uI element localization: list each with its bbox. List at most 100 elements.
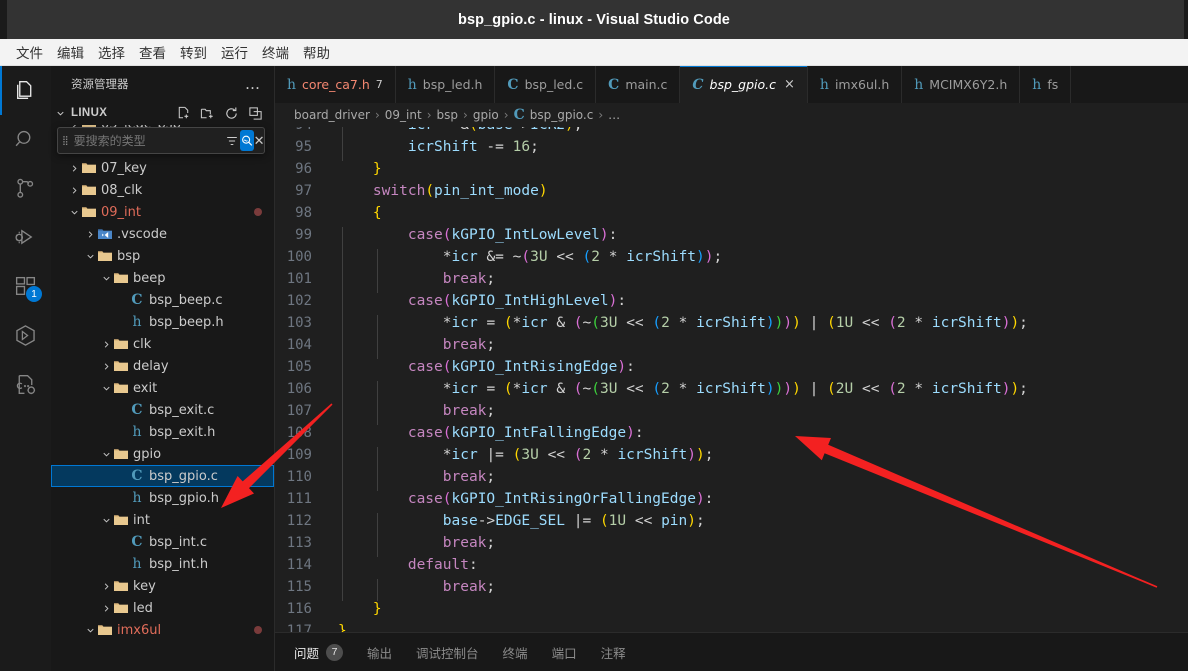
tree-item[interactable]: h bsp_beep.h bbox=[51, 311, 274, 333]
code-line[interactable]: 113 break; bbox=[275, 532, 1188, 557]
tree-item[interactable]: Cbsp_int.c bbox=[51, 531, 274, 553]
tree-item[interactable]: int bbox=[51, 509, 274, 531]
tree-item[interactable]: clk bbox=[51, 333, 274, 355]
chevron-down-icon[interactable] bbox=[85, 625, 96, 636]
tree-item[interactable]: imx6ul bbox=[51, 619, 274, 641]
tree-item[interactable]: key bbox=[51, 575, 274, 597]
code-line[interactable]: 102 case(kGPIO_IntHighLevel): bbox=[275, 290, 1188, 315]
code-line[interactable]: 96 } bbox=[275, 158, 1188, 180]
editor-tab-fs[interactable]: h fs bbox=[1020, 66, 1072, 103]
code-line[interactable]: 106 *icr = (*icr & (~(3U << (2 * icrShif… bbox=[275, 378, 1188, 403]
code-line[interactable]: 94 icr = &(base->ICR2); bbox=[275, 127, 1188, 139]
tree-item-selected[interactable]: Cbsp_gpio.c bbox=[51, 465, 274, 487]
code-line[interactable]: 107 break; bbox=[275, 400, 1188, 425]
editor-tab-bsp-gpio-c[interactable]: Cbsp_gpio.c × bbox=[680, 66, 808, 103]
tree-item[interactable]: bsp bbox=[51, 245, 274, 267]
fuzzy-match-icon[interactable] bbox=[239, 130, 254, 151]
code-line[interactable]: 115 break; bbox=[275, 576, 1188, 601]
code-line[interactable]: 99 case(kGPIO_IntLowLevel): bbox=[275, 224, 1188, 249]
search-input[interactable] bbox=[69, 133, 224, 148]
tree-item[interactable]: beep bbox=[51, 267, 274, 289]
code-editor[interactable]: 94 icr = &(base->ICR2);95 icrShift -= 16… bbox=[275, 127, 1188, 632]
chevron-right-icon[interactable] bbox=[101, 339, 112, 350]
menu-item-3[interactable]: 查看 bbox=[132, 40, 173, 64]
drag-handle-icon[interactable]: ⣿ bbox=[62, 136, 70, 145]
tree-item[interactable]: h bsp_int.h bbox=[51, 553, 274, 575]
code-line[interactable]: 116 } bbox=[275, 598, 1188, 620]
menu-item-4[interactable]: 转到 bbox=[173, 40, 214, 64]
code-line[interactable]: 103 *icr = (*icr & (~(3U << (2 * icrShif… bbox=[275, 312, 1188, 337]
code-line[interactable]: 95 icrShift -= 16; bbox=[275, 136, 1188, 161]
new-folder-icon[interactable] bbox=[200, 106, 215, 121]
code-line[interactable]: 104 break; bbox=[275, 334, 1188, 359]
chevron-right-icon[interactable] bbox=[101, 361, 112, 372]
panel-tab-5[interactable]: 注释 bbox=[601, 643, 626, 662]
editor-tab-mcimx6y2-h[interactable]: h MCIMX6Y2.h bbox=[902, 66, 1021, 103]
code-line[interactable]: 98 { bbox=[275, 202, 1188, 224]
chevron-right-icon[interactable] bbox=[101, 581, 112, 592]
code-line[interactable]: 108 case(kGPIO_IntFallingEdge): bbox=[275, 422, 1188, 447]
editor-tab-imx6ul-h[interactable]: h imx6ul.h bbox=[808, 66, 903, 103]
code-line[interactable]: 110 break; bbox=[275, 466, 1188, 491]
activity-bar-item-source-control[interactable] bbox=[0, 164, 51, 213]
chevron-down-icon[interactable] bbox=[101, 273, 112, 284]
code-line[interactable]: 101 break; bbox=[275, 268, 1188, 293]
chevron-right-icon[interactable] bbox=[69, 185, 80, 196]
breadcrumb-item[interactable]: 09_int bbox=[385, 108, 422, 122]
activity-bar-item-search[interactable] bbox=[0, 115, 51, 164]
code-line[interactable]: 117} bbox=[275, 620, 1188, 632]
collapse-all-icon[interactable] bbox=[248, 106, 263, 121]
breadcrumb-item[interactable]: gpio bbox=[473, 108, 499, 122]
more-actions-icon[interactable]: … bbox=[245, 76, 261, 91]
chevron-right-icon[interactable] bbox=[69, 163, 80, 174]
tree-item[interactable]: delay bbox=[51, 355, 274, 377]
panel-tab-0[interactable]: 问题 7 bbox=[294, 643, 344, 662]
chevron-down-icon[interactable] bbox=[55, 108, 71, 119]
filter-icon[interactable] bbox=[225, 130, 239, 151]
tree-item[interactable]: gpio bbox=[51, 443, 274, 465]
activity-bar-item-explorer[interactable] bbox=[0, 66, 51, 115]
tree-item[interactable]: led bbox=[51, 597, 274, 619]
menu-item-5[interactable]: 运行 bbox=[214, 40, 255, 64]
chevron-right-icon[interactable] bbox=[85, 229, 96, 240]
code-line[interactable]: 109 *icr |= (3U << (2 * icrShift)); bbox=[275, 444, 1188, 469]
code-line[interactable]: 105 case(kGPIO_IntRisingEdge): bbox=[275, 356, 1188, 381]
panel-tab-1[interactable]: 输出 bbox=[367, 643, 392, 662]
close-icon[interactable]: ✕ bbox=[254, 133, 265, 149]
breadcrumb[interactable]: board_driver › 09_int › bsp › gpio › Cbsp_gpio.c… bbox=[275, 103, 1188, 127]
code-line[interactable]: 111 case(kGPIO_IntRisingOrFallingEdge): bbox=[275, 488, 1188, 513]
panel-tab-4[interactable]: 端口 bbox=[552, 643, 577, 662]
breadcrumb-item[interactable]: bsp bbox=[437, 108, 459, 122]
refresh-icon[interactable] bbox=[224, 106, 239, 121]
chevron-down-icon[interactable] bbox=[101, 449, 112, 460]
workspace-section-header[interactable]: LINUX bbox=[51, 101, 274, 125]
panel-tab-2[interactable]: 调试控制台 bbox=[416, 643, 479, 662]
close-icon[interactable]: × bbox=[784, 77, 795, 92]
code-line[interactable]: 100 *icr &= ~(3U << (2 * icrShift)); bbox=[275, 246, 1188, 271]
menu-item-6[interactable]: 终端 bbox=[255, 40, 296, 64]
panel-tab-3[interactable]: 终端 bbox=[503, 643, 528, 662]
tree-item[interactable]: h bsp_exit.h bbox=[51, 421, 274, 443]
breadcrumb-item[interactable]: bsp_gpio.c bbox=[530, 108, 594, 122]
chevron-down-icon[interactable] bbox=[101, 383, 112, 394]
tree-item[interactable]: 08_clk bbox=[51, 179, 274, 201]
tree-item[interactable]: Cbsp_exit.c bbox=[51, 399, 274, 421]
menu-item-7[interactable]: 帮助 bbox=[296, 40, 337, 64]
editor-tab-bsp-led-c[interactable]: Cbsp_led.c bbox=[495, 66, 597, 103]
code-line[interactable]: 112 base->EDGE_SEL |= (1U << pin); bbox=[275, 510, 1188, 535]
activity-bar-item-extensions[interactable]: 1 bbox=[0, 262, 51, 311]
menu-item-2[interactable]: 选择 bbox=[91, 40, 132, 64]
menu-item-0[interactable]: 文件 bbox=[9, 40, 50, 64]
tree-item[interactable]: Cbsp_beep.c bbox=[51, 289, 274, 311]
tree-item[interactable]: .vscode bbox=[51, 223, 274, 245]
chevron-down-icon[interactable] bbox=[85, 251, 96, 262]
new-file-icon[interactable] bbox=[176, 106, 191, 121]
editor-tab-core-ca7-h[interactable]: h core_ca7.h 7 bbox=[275, 66, 396, 103]
breadcrumb-item[interactable]: board_driver bbox=[294, 108, 370, 122]
tree-item[interactable]: exit bbox=[51, 377, 274, 399]
tree-item[interactable]: 09_int bbox=[51, 201, 274, 223]
code-line[interactable]: 114 default: bbox=[275, 554, 1188, 579]
chevron-right-icon[interactable] bbox=[101, 603, 112, 614]
tree-find-widget[interactable]: ⣿ ✕ bbox=[57, 127, 265, 154]
breadcrumb-item[interactable]: … bbox=[608, 108, 620, 122]
